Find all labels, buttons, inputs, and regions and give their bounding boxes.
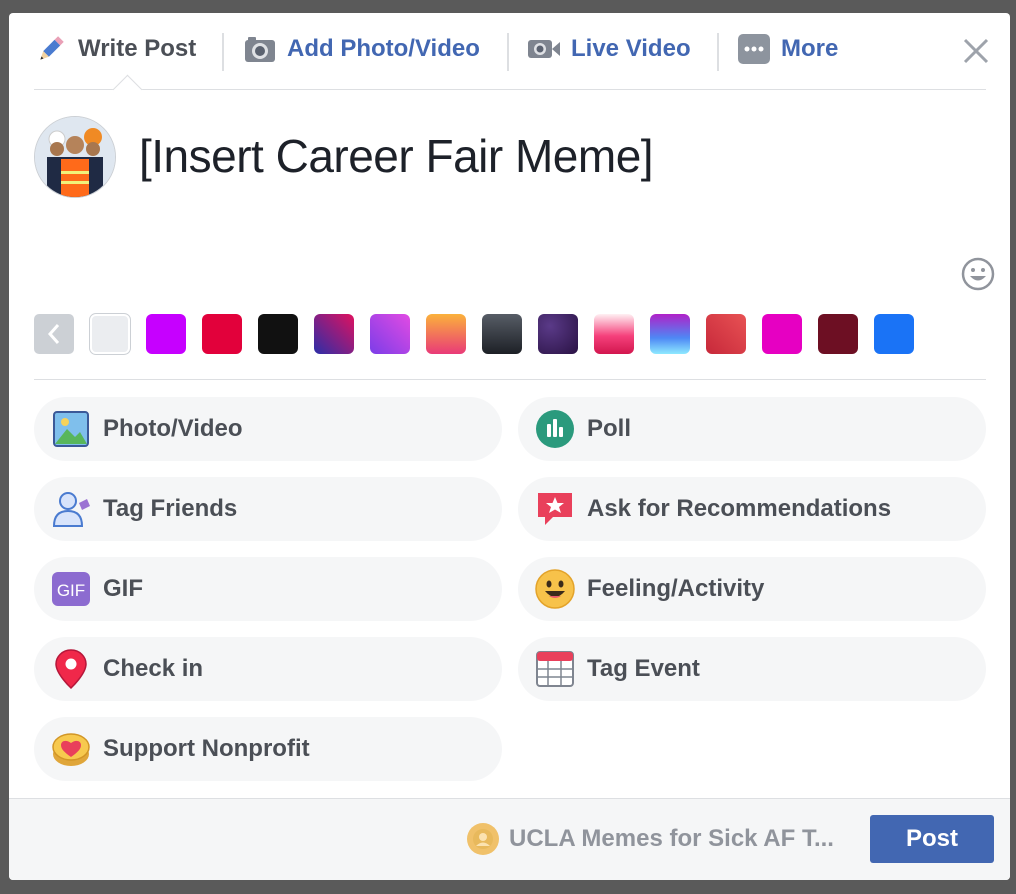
post-text-input[interactable]: [Insert Career Fair Meme] (139, 129, 654, 183)
emoji-button[interactable] (961, 257, 995, 291)
group-name: UCLA Memes for Sick AF T... (509, 825, 834, 852)
action-ask-recommendations[interactable]: Ask for Recommendations (518, 477, 986, 541)
tab-add-photo-video[interactable]: Add Photo/Video (243, 31, 480, 67)
tab-divider (222, 33, 224, 71)
post-button[interactable]: Post (870, 815, 994, 863)
photo-icon (51, 409, 91, 449)
action-label: Feeling/Activity (587, 575, 765, 602)
svg-text:GIF: GIF (57, 581, 85, 600)
tag-friends-icon (51, 489, 91, 529)
action-label: Ask for Recommendations (587, 495, 892, 522)
calendar-icon (535, 649, 575, 689)
tab-label: More (781, 35, 839, 62)
action-label: Tag Event (587, 655, 700, 682)
action-label: Check in (103, 655, 204, 682)
swatch-orange-gradient[interactable] (426, 314, 466, 354)
swatch-dark-gray-gradient[interactable] (482, 314, 522, 354)
tab-live-video[interactable]: Live Video (527, 31, 691, 67)
action-check-in[interactable]: Check in (34, 637, 502, 701)
group-icon (467, 823, 499, 855)
chevron-left-icon (47, 324, 60, 344)
section-divider (34, 379, 986, 380)
tab-divider (717, 33, 719, 71)
action-support-nonprofit[interactable]: Support Nonprofit (34, 717, 502, 781)
video-camera-icon (527, 34, 561, 64)
action-poll[interactable]: Poll (518, 397, 986, 461)
action-label: Photo/Video (103, 415, 243, 442)
composer-footer: UCLA Memes for Sick AF T... Post (9, 798, 1010, 880)
composer-tab-bar: Write Post Add Photo/Video Live Video Mo… (9, 13, 1010, 91)
action-gif[interactable]: GIF GIF (34, 557, 502, 621)
tab-label: Add Photo/Video (287, 35, 480, 62)
swatch-red[interactable] (202, 314, 242, 354)
swatch-black[interactable] (258, 314, 298, 354)
swatch-prev-button[interactable] (34, 314, 74, 354)
close-button[interactable] (962, 37, 990, 65)
tab-divider (507, 33, 509, 71)
audience-selector[interactable]: UCLA Memes for Sick AF T... (467, 823, 834, 855)
pencil-icon (34, 34, 68, 64)
swatch-violet-gradient[interactable] (370, 314, 410, 354)
gif-icon: GIF (51, 569, 91, 609)
poll-icon (535, 409, 575, 449)
close-icon (963, 38, 989, 64)
swatch-maroon[interactable] (818, 314, 858, 354)
tab-write-post[interactable]: Write Post (34, 31, 196, 67)
more-icon (737, 34, 771, 64)
swatch-magenta[interactable] (762, 314, 802, 354)
swatch-red-gradient[interactable] (706, 314, 746, 354)
recommendation-icon (535, 489, 575, 529)
location-pin-icon (51, 649, 91, 689)
smiley-icon (535, 569, 575, 609)
swatch-purple[interactable] (146, 314, 186, 354)
swatch-starry[interactable] (538, 314, 578, 354)
emoji-icon (961, 257, 995, 291)
swatch-none[interactable] (90, 314, 130, 354)
tab-label: Live Video (571, 35, 691, 62)
profile-picture-icon (35, 117, 115, 197)
heart-coin-icon (51, 729, 91, 769)
action-tag-friends[interactable]: Tag Friends (34, 477, 502, 541)
swatch-blue[interactable] (874, 314, 914, 354)
tab-bar-divider (34, 89, 986, 90)
action-label: Tag Friends (103, 495, 238, 522)
camera-icon (243, 34, 277, 64)
action-tag-event[interactable]: Tag Event (518, 637, 986, 701)
action-label: GIF (103, 575, 143, 602)
avatar (34, 116, 116, 198)
swatch-purple-red-gradient[interactable] (314, 314, 354, 354)
tab-more[interactable]: More (737, 31, 838, 67)
create-post-dialog: Write Post Add Photo/Video Live Video Mo… (9, 13, 1010, 880)
swatch-blue-purple-gradient[interactable] (650, 314, 690, 354)
action-label: Poll (587, 415, 632, 442)
action-photo-video[interactable]: Photo/Video (34, 397, 502, 461)
tab-label: Write Post (78, 35, 197, 62)
action-label: Support Nonprofit (103, 735, 310, 762)
action-feeling-activity[interactable]: Feeling/Activity (518, 557, 986, 621)
swatch-pink-gradient[interactable] (594, 314, 634, 354)
